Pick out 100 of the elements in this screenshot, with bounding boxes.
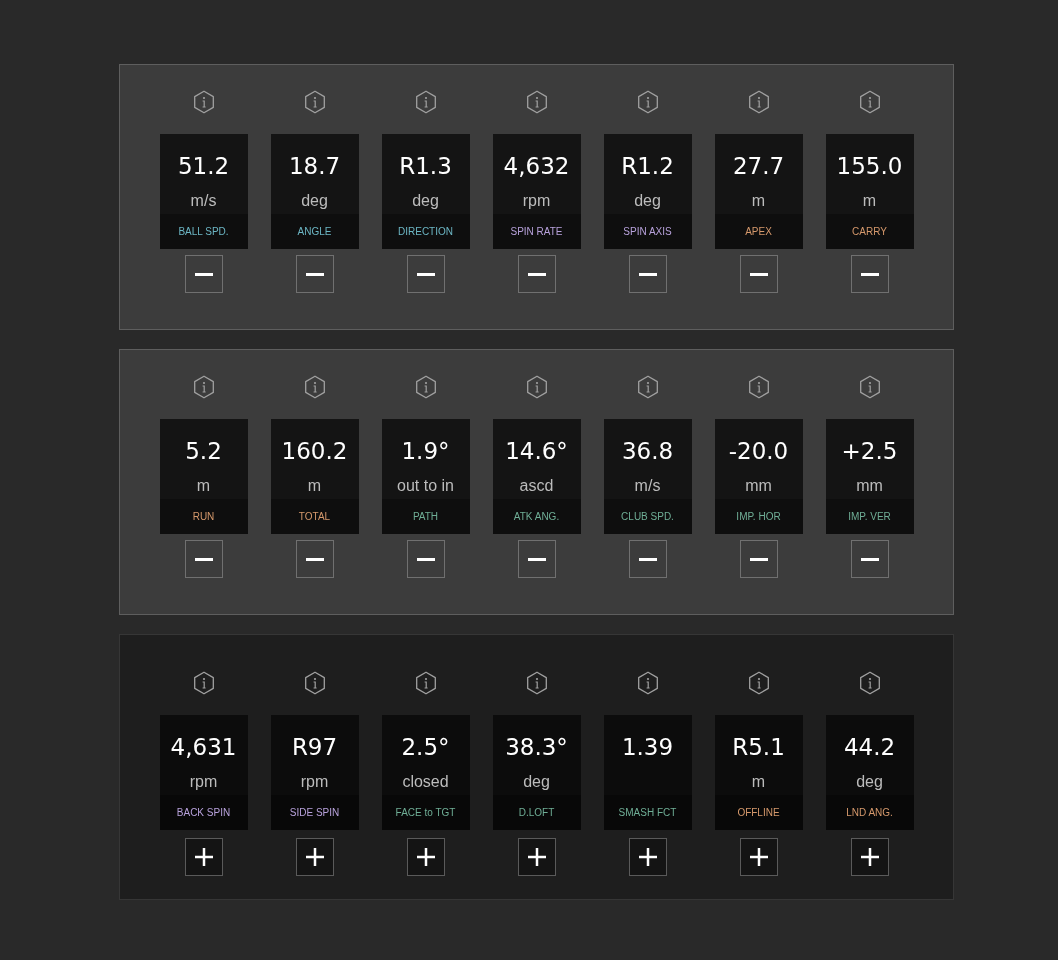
minus-icon xyxy=(194,272,213,276)
metric-value: 1.9° xyxy=(401,437,450,465)
plus-button[interactable] xyxy=(739,838,778,876)
info-icon[interactable] xyxy=(747,671,770,695)
metric-unit: closed xyxy=(402,772,449,792)
metric-label: DIRECTION xyxy=(398,224,453,239)
info-icon[interactable] xyxy=(192,375,215,399)
plus-button[interactable] xyxy=(628,838,667,876)
minus-icon xyxy=(305,272,324,276)
plus-button[interactable] xyxy=(184,838,223,876)
metric-label: PATH xyxy=(412,509,439,524)
metric-unit: ascd xyxy=(519,476,554,496)
info-icon[interactable] xyxy=(192,671,215,695)
info-icon[interactable] xyxy=(414,671,437,695)
minus-button[interactable] xyxy=(628,255,667,293)
minus-icon xyxy=(749,557,768,561)
info-icon[interactable] xyxy=(747,375,770,399)
plus-icon xyxy=(527,848,546,866)
minus-icon xyxy=(416,272,435,276)
metric-label: APEX xyxy=(745,224,772,239)
metric-unit: deg xyxy=(634,191,661,211)
minus-button[interactable] xyxy=(628,540,667,578)
minus-button[interactable] xyxy=(739,255,778,293)
metric-label: LND ANG. xyxy=(846,805,893,820)
info-icon[interactable] xyxy=(525,375,548,399)
metric-label: D.LOFT xyxy=(518,805,555,820)
plus-icon xyxy=(638,848,657,866)
info-icon[interactable] xyxy=(636,671,659,695)
metric-unit: m xyxy=(307,476,322,496)
minus-button[interactable] xyxy=(739,540,778,578)
metric-value: 36.8 xyxy=(621,437,674,465)
metric-value: 1.39 xyxy=(621,733,674,761)
info-icon[interactable] xyxy=(525,671,548,695)
minus-button[interactable] xyxy=(295,255,334,293)
plus-button[interactable] xyxy=(850,838,889,876)
minus-icon xyxy=(638,272,657,276)
metric-value: 5.2 xyxy=(185,437,222,465)
info-icon[interactable] xyxy=(858,375,881,399)
metric-value: 14.6° xyxy=(505,437,568,465)
plus-button[interactable] xyxy=(517,838,556,876)
minus-button[interactable] xyxy=(184,255,223,293)
metric-label: RUN xyxy=(192,509,215,524)
metric-label: OFFLINE xyxy=(737,805,780,820)
minus-icon xyxy=(194,557,213,561)
metric-value: 27.7 xyxy=(732,152,785,180)
metric-label: SPIN RATE xyxy=(510,224,563,239)
info-icon[interactable] xyxy=(414,90,437,114)
info-icon[interactable] xyxy=(858,671,881,695)
metric-label: SIDE SPIN xyxy=(289,805,340,820)
metric-label: FACE to TGT xyxy=(395,805,456,820)
metric-unit: deg xyxy=(412,191,439,211)
metric-label: BACK SPIN xyxy=(176,805,231,820)
plus-button[interactable] xyxy=(406,838,445,876)
metric-value: R1.3 xyxy=(399,152,452,180)
metric-value: 4,632 xyxy=(503,152,570,180)
metric-label: SPIN AXIS xyxy=(623,224,672,239)
minus-button[interactable] xyxy=(850,255,889,293)
plus-icon xyxy=(416,848,435,866)
info-icon[interactable] xyxy=(303,90,326,114)
minus-icon xyxy=(527,272,546,276)
metric-value: 2.5° xyxy=(401,733,450,761)
metric-label: CLUB SPD. xyxy=(621,509,674,524)
metric-unit: deg xyxy=(301,191,328,211)
info-icon[interactable] xyxy=(747,90,770,114)
info-icon[interactable] xyxy=(525,90,548,114)
info-icon[interactable] xyxy=(858,90,881,114)
metric-value: R5.1 xyxy=(732,733,785,761)
info-icon[interactable] xyxy=(636,375,659,399)
metric-value: 18.7 xyxy=(288,152,341,180)
metric-value: 44.2 xyxy=(843,733,896,761)
info-icon[interactable] xyxy=(192,90,215,114)
info-icon[interactable] xyxy=(636,90,659,114)
minus-button[interactable] xyxy=(517,255,556,293)
minus-button[interactable] xyxy=(406,255,445,293)
metric-unit: m/s xyxy=(634,476,661,496)
metric-label: ATK ANG. xyxy=(513,509,560,524)
info-icon[interactable] xyxy=(303,671,326,695)
metric-label: BALL SPD. xyxy=(178,224,229,239)
metric-label: SMASH FCT xyxy=(618,805,677,820)
info-icon[interactable] xyxy=(414,375,437,399)
metric-label: TOTAL xyxy=(298,509,331,524)
minus-button[interactable] xyxy=(406,540,445,578)
minus-icon xyxy=(860,272,879,276)
minus-button[interactable] xyxy=(184,540,223,578)
plus-icon xyxy=(194,848,213,866)
metric-label: ANGLE xyxy=(297,224,332,239)
minus-icon xyxy=(749,272,768,276)
metric-value: -20.0 xyxy=(728,437,789,465)
minus-icon xyxy=(527,557,546,561)
metric-unit: m xyxy=(751,191,766,211)
metric-value: 155.0 xyxy=(836,152,903,180)
plus-button[interactable] xyxy=(295,838,334,876)
metric-value: 38.3° xyxy=(505,733,568,761)
minus-icon xyxy=(638,557,657,561)
minus-button[interactable] xyxy=(295,540,334,578)
minus-button[interactable] xyxy=(850,540,889,578)
minus-button[interactable] xyxy=(517,540,556,578)
plus-icon xyxy=(860,848,879,866)
metric-value: 51.2 xyxy=(177,152,230,180)
info-icon[interactable] xyxy=(303,375,326,399)
